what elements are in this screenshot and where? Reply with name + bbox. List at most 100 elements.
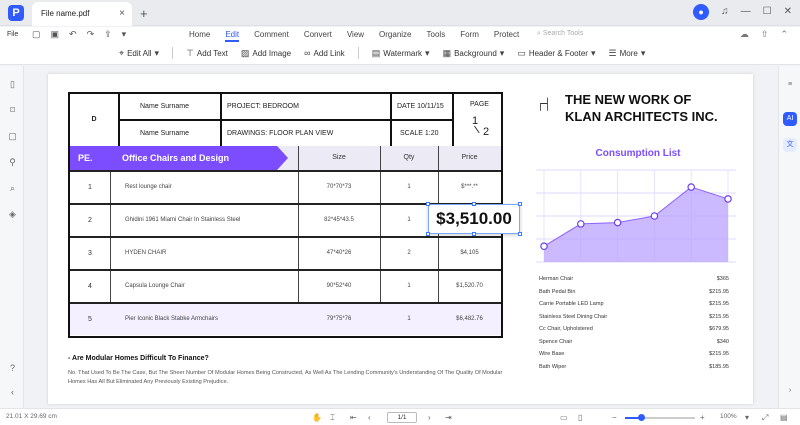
menu-organize[interactable]: Organize [379,30,411,42]
name-surname-1: Name Surname [140,103,190,110]
menu-view[interactable]: View [347,30,364,42]
image-icon: ▨ [240,47,250,58]
zoom-out-icon[interactable]: − [612,413,617,422]
page-total: 2 [483,126,490,138]
menu-comment[interactable]: Comment [254,30,289,42]
watermark-button[interactable]: ▤ Watermark ▾ [372,48,430,59]
last-page-icon[interactable]: ⇥ [445,413,452,422]
save-icon[interactable]: ▢ [32,29,41,40]
select-tool-icon[interactable]: ⌶ [330,413,335,423]
minimize-icon[interactable]: — [741,4,751,20]
collapse-right-icon[interactable]: › [783,384,797,398]
document-tab[interactable]: File name.pdf × [32,2,132,26]
add-link-button[interactable]: ∞ Add Link [304,48,345,58]
zoom-handle[interactable] [638,414,646,421]
data-point [650,212,659,220]
table-row[interactable]: 4 Capsula Lounge Chair 90*52*40 1 $1,520… [70,269,501,302]
ai-assistant-icon[interactable]: AI [783,112,797,126]
selected-price-text: $3,510.00 [436,209,512,228]
consumption-list: Herman Chair $365 Bath Pedal Bin $215.95 C… [539,276,729,376]
fit-page-icon[interactable]: ▭ [560,413,568,422]
single-page-icon[interactable]: ▯ [578,413,582,422]
table-row[interactable]: 1 Rest lounge chair 70*70*73 1 $***.** [70,170,501,203]
pages-icon[interactable]: ▯ [6,78,19,91]
first-page-icon[interactable]: ⇤ [350,413,357,422]
share-icon[interactable]: ⇪ [104,29,112,40]
resize-handle[interactable] [472,202,476,206]
chevron-down-icon: ▾ [425,47,430,58]
background-icon: ▦ [442,47,452,58]
next-page-icon[interactable]: › [428,413,431,422]
hand-tool-icon[interactable]: ✋ [312,413,322,422]
table-row[interactable]: 5 Pier Iconic Black Stabke Armchairs 79*… [70,302,501,335]
chart-area [544,187,728,262]
resize-handle[interactable] [518,232,522,236]
menu-protect[interactable]: Protect [494,30,519,42]
menu-tools[interactable]: Tools [427,30,446,42]
name-surname-2: Name Surname [140,130,190,137]
watermark-icon: ▤ [371,47,381,58]
new-tab-button[interactable]: + [140,6,148,21]
zoom-in-icon[interactable]: + [700,413,705,422]
file-menu[interactable]: File [7,31,18,38]
resize-handle[interactable] [426,232,430,236]
resize-handle[interactable] [472,232,476,236]
data-point [613,218,622,227]
header-footer-button[interactable]: ▭ Header & Footer ▾ [517,48,595,59]
menu-form[interactable]: Form [460,30,479,42]
properties-icon[interactable]: ≡ [783,78,797,92]
undo-icon[interactable]: ↶ [69,29,77,40]
page-indicator[interactable]: 1/1 [387,412,417,423]
more-button[interactable]: ☰ More ▾ [609,48,646,59]
user-avatar[interactable]: ● [693,4,710,20]
data-point [576,220,585,228]
edit-all-button[interactable]: ⌖ Edit All ▾ [119,48,159,59]
background-button[interactable]: ▦ Background ▾ [443,48,505,59]
layers-icon[interactable]: ◈ [6,208,19,221]
list-item: Wire Base $215.95 [539,351,729,357]
title-block: D Name Surname Name Surname PROJECT: BED… [68,92,503,148]
menu-home[interactable]: Home [189,30,210,42]
redo-icon[interactable]: ↷ [87,29,95,40]
drawings-label: DRAWINGS: FLOOR PLAN VIEW [227,130,334,137]
left-sidebar: ▯ ⌑ ▢ ⚲ ⌕ ◈ ? ‹ [0,66,24,408]
zoom-slider[interactable] [625,414,695,421]
collapse-icon[interactable]: ⌃ [780,29,788,40]
data-point [724,195,732,203]
search-icon[interactable]: ⌕ [6,182,19,195]
upload-icon[interactable]: ⇧ [761,29,769,40]
collapse-left-icon[interactable]: ‹ [6,386,19,399]
data-point [540,242,548,251]
resize-handle[interactable] [426,202,430,206]
table-row[interactable]: 3 HYDEN CHAIR 47*40*26 2 $4,105 [70,236,501,269]
add-image-button[interactable]: ▨ Add Image [241,48,291,59]
prev-page-icon[interactable]: ‹ [368,413,371,422]
resize-handle[interactable] [518,202,522,206]
zoom-dropdown-icon[interactable]: ▾ [745,413,749,422]
attachment-icon[interactable]: ⚲ [6,156,19,169]
bookmark-icon[interactable]: ⌑ [6,104,19,117]
print-icon[interactable]: ▣ [51,29,60,40]
add-text-button[interactable]: ⊤ Add Text [186,48,228,59]
close-tab-icon[interactable]: × [119,2,125,26]
list-item: Bath Pedal Bin $215.95 [539,288,729,295]
fullscreen-icon[interactable]: ⤢ [762,413,768,423]
selected-price-textbox[interactable]: $3,510.00 [426,202,522,236]
chevron-down-icon: ▾ [640,47,646,58]
chevron-down-icon: ▾ [590,47,596,58]
translate-icon[interactable]: 文 [783,138,797,152]
cloud-icon[interactable]: ☁ [740,29,749,40]
menu-edit[interactable]: Edit [225,30,240,42]
maximize-icon[interactable]: ☐ [763,4,772,20]
help-icon[interactable]: ? [6,362,19,375]
zoom-level[interactable]: 100% [720,413,737,420]
search-tools-input[interactable]: ⌕ Search Tools [537,30,583,38]
page-dimensions: 21.01 X 29.69 cm [6,413,57,420]
dropdown-icon[interactable]: ▾ [122,29,127,40]
menu-convert[interactable]: Convert [304,30,332,42]
logo-letter: D [70,94,120,146]
comment-icon[interactable]: ▢ [6,130,19,143]
bell-icon[interactable]: ♫ [721,4,729,20]
close-window-icon[interactable]: ✕ [784,4,792,20]
layout-icon[interactable]: ▤ [780,413,788,422]
